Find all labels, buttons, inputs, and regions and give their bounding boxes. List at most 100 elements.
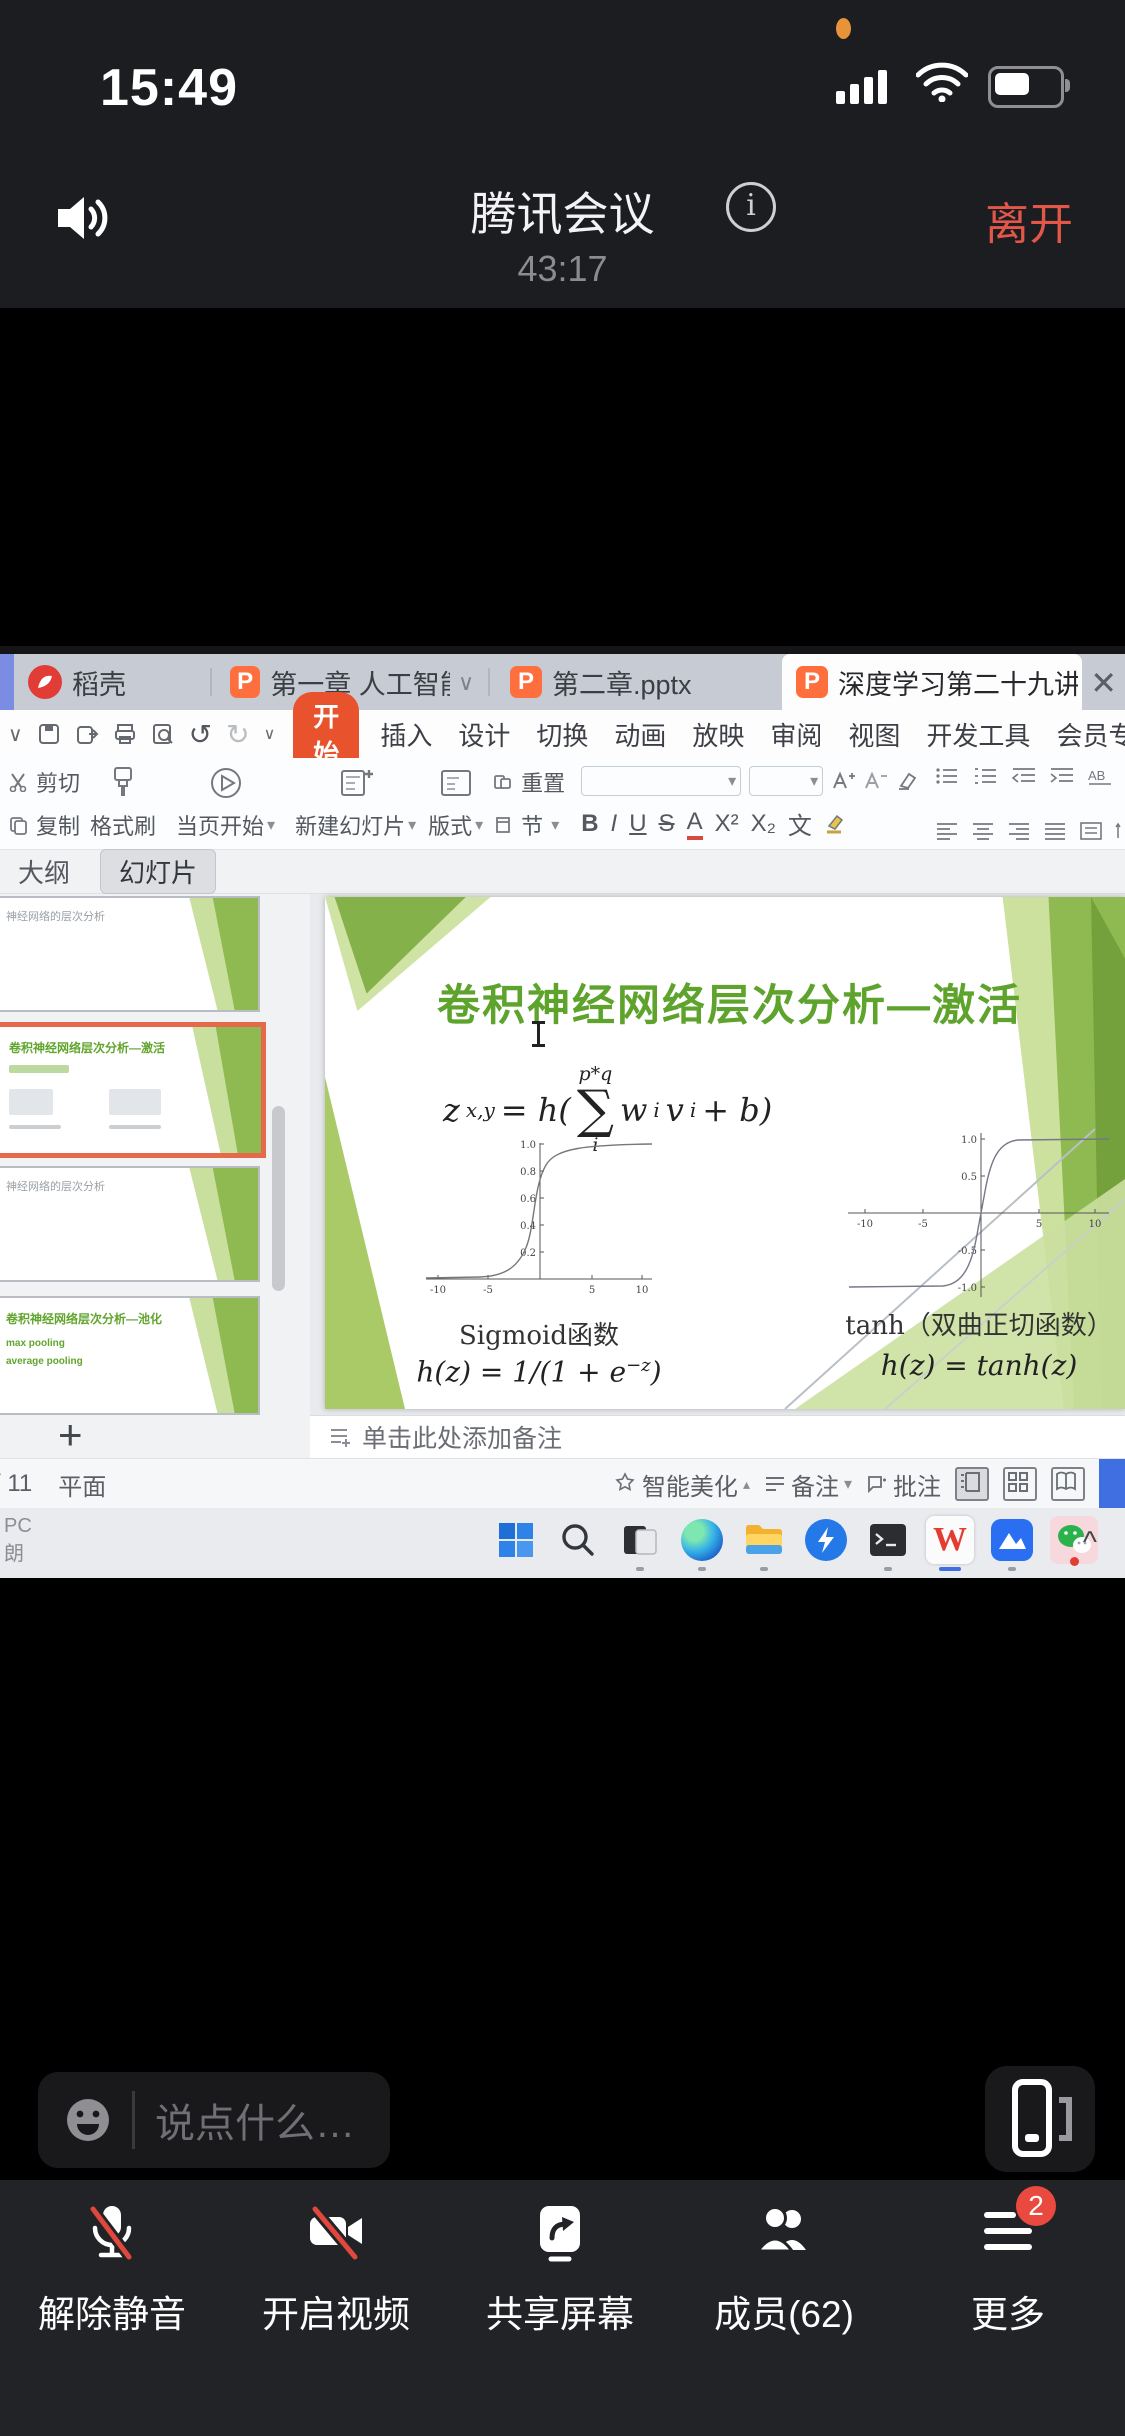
decrease-indent-icon[interactable] — [1011, 766, 1037, 786]
notes-toggle-button[interactable]: 备注 ▾ — [764, 1467, 852, 1502]
tab-list-caret-icon[interactable]: ∨ — [458, 670, 474, 696]
slide-sorter-view-button[interactable] — [1003, 1467, 1037, 1501]
slide-thumbnail-4[interactable]: 卷积神经网络层次分析—池化 max pooling average poolin… — [0, 1296, 260, 1415]
rotate-screen-button[interactable] — [985, 2066, 1095, 2172]
tab-deep-learning-active[interactable]: P 深度学习第二十九讲.pptx — [782, 654, 1082, 710]
svg-text:0.8: 0.8 — [520, 1167, 536, 1178]
comment-button[interactable]: 批注 — [866, 1467, 941, 1502]
reset-button[interactable]: 重置 — [493, 766, 565, 798]
text-direction-icon[interactable]: AB — [1087, 766, 1117, 786]
clear-format-icon[interactable] — [895, 770, 919, 792]
reading-view-button[interactable] — [1051, 1467, 1085, 1501]
highlight-color-icon[interactable] — [824, 814, 846, 834]
share-screen-button[interactable]: 共享屏幕 — [448, 2202, 672, 2338]
undo-icon[interactable]: ↺ — [189, 718, 212, 751]
align-right-icon[interactable] — [1007, 821, 1031, 841]
align-left-icon[interactable] — [935, 821, 959, 841]
menu-transition[interactable]: 切换 — [536, 716, 588, 753]
slide-thumbnail-3[interactable]: 神经网络的层次分析 — [0, 1166, 260, 1282]
cut-button[interactable]: 剪切 — [8, 766, 80, 798]
slide-thumbnail-1[interactable]: 神经网络的层次分析 — [0, 896, 260, 1012]
start-button[interactable] — [492, 1516, 540, 1564]
justify-icon[interactable] — [1043, 821, 1067, 841]
start-video-button[interactable]: 开启视频 — [224, 2202, 448, 2338]
thumbnail-scrollbar[interactable] — [272, 1106, 285, 1291]
export-icon[interactable] — [75, 722, 99, 746]
smart-beautify-button[interactable]: 智能美化 ▴ — [613, 1467, 750, 1502]
paragraph-spacing-icon[interactable] — [1115, 821, 1125, 841]
more-button[interactable]: 2 更多 — [896, 2202, 1120, 2338]
align-center-icon[interactable] — [971, 821, 995, 841]
tencent-meeting-tray-button[interactable] — [802, 1516, 850, 1564]
menu-animation[interactable]: 动画 — [614, 716, 666, 753]
slide-thumbnail-2-selected[interactable]: 卷积神经网络层次分析—激活 — [0, 1022, 266, 1158]
tab-slides[interactable]: 幻灯片 — [100, 849, 216, 894]
unmute-button[interactable]: 解除静音 — [0, 2202, 224, 2338]
screen-share-view[interactable]: 稻壳 P 第一章 人工智能导引.pptx ∨ P 第二章.pptx P 深度学习… — [0, 646, 1125, 1578]
menu-view[interactable]: 视图 — [848, 716, 900, 753]
section-button[interactable]: 节 ▾ — [493, 809, 565, 841]
numbering-icon[interactable] — [973, 766, 999, 786]
format-painter-button[interactable]: 格式刷 — [84, 764, 162, 843]
terminal-button[interactable] — [864, 1516, 912, 1564]
tab-chapter2[interactable]: P 第二章.pptx — [496, 654, 716, 710]
file-explorer-button[interactable] — [740, 1516, 788, 1564]
svg-text:1.0: 1.0 — [520, 1140, 536, 1151]
close-tab-icon[interactable]: ✕ — [1090, 664, 1117, 702]
distribute-icon[interactable] — [1079, 821, 1103, 841]
play-from-current-button[interactable]: 当页开始▾ — [170, 764, 281, 843]
font-size-select[interactable]: ▾ — [749, 766, 823, 796]
meeting-info-icon[interactable]: i — [726, 182, 776, 232]
wps-office-button[interactable]: W — [926, 1516, 974, 1564]
menu-slideshow[interactable]: 放映 — [692, 716, 744, 753]
print-preview-icon[interactable] — [151, 722, 175, 746]
strikethrough-button[interactable]: S — [659, 810, 675, 838]
add-slide-button[interactable]: + — [58, 1411, 83, 1459]
slide-thumbnail-panel[interactable]: 神经网络的层次分析 卷积神经网络层次分析—激活 神经网络的层次分析 卷积神经网络… — [0, 894, 310, 1415]
subscript-button[interactable]: X₂ — [751, 810, 776, 838]
tray-expand-caret[interactable]: ^ — [1083, 1526, 1097, 1560]
menu-design[interactable]: 设计 — [458, 716, 510, 753]
tencent-meeting-button[interactable] — [988, 1516, 1036, 1564]
svg-text:5: 5 — [1036, 1219, 1042, 1230]
menu-devtools[interactable]: 开发工具 — [926, 716, 1030, 753]
save-icon[interactable] — [37, 722, 61, 746]
task-view-button[interactable] — [616, 1516, 664, 1564]
italic-button[interactable]: I — [611, 810, 618, 838]
font-color-button[interactable]: A — [687, 808, 703, 840]
pinyin-button[interactable]: 文 — [788, 806, 812, 841]
copy-button[interactable]: 复制 — [8, 809, 80, 841]
increase-indent-icon[interactable] — [1049, 766, 1075, 786]
members-button[interactable]: 成员(62) — [672, 2202, 896, 2338]
bullets-icon[interactable] — [935, 766, 961, 786]
print-icon[interactable] — [113, 722, 137, 746]
slideshow-play-button[interactable] — [1099, 1459, 1125, 1509]
menu-insert[interactable]: 插入 — [380, 716, 432, 753]
tanh-formula: h(z) = tanh(z) — [843, 1349, 1115, 1382]
slide-canvas[interactable]: 卷积神经网络层次分析—激活 zx,y = h( p*q ∑ i wi vi + … — [325, 897, 1125, 1409]
chat-input[interactable]: 说点什么… — [38, 2072, 390, 2168]
superscript-button[interactable]: X² — [715, 810, 739, 838]
new-slide-button[interactable]: 新建幻灯片▾ — [289, 764, 422, 843]
menu-member[interactable]: 会员专享 — [1056, 716, 1125, 753]
increase-font-icon[interactable] — [831, 770, 855, 792]
notes-input[interactable]: 单击此处添加备注 — [310, 1415, 1125, 1458]
normal-view-button[interactable] — [955, 1467, 989, 1501]
font-family-select[interactable]: ▾ — [581, 766, 741, 796]
decrease-font-icon[interactable] — [863, 770, 887, 792]
collapse-ribbon-icon[interactable]: ∨ — [8, 722, 23, 747]
leave-meeting-button[interactable]: 离开 — [985, 188, 1073, 252]
search-button[interactable] — [554, 1516, 602, 1564]
menu-review[interactable]: 审阅 — [770, 716, 822, 753]
emoji-icon[interactable] — [64, 2096, 112, 2144]
bold-button[interactable]: B — [581, 810, 598, 838]
tab-docer[interactable]: 稻壳 — [14, 654, 210, 710]
underline-button[interactable]: U — [629, 810, 646, 838]
redo-icon[interactable]: ↻ — [226, 718, 249, 751]
layout-button[interactable]: 版式▾ — [422, 764, 489, 843]
slide-edit-area[interactable]: 卷积神经网络层次分析—激活 zx,y = h( p*q ∑ i wi vi + … — [310, 894, 1125, 1415]
tab-outline[interactable]: 大纲 — [18, 853, 70, 890]
customize-qat-icon[interactable]: ∨ — [264, 724, 276, 744]
slide-title[interactable]: 卷积神经网络层次分析—激活 — [437, 971, 1022, 1033]
edge-browser-button[interactable] — [678, 1516, 726, 1564]
